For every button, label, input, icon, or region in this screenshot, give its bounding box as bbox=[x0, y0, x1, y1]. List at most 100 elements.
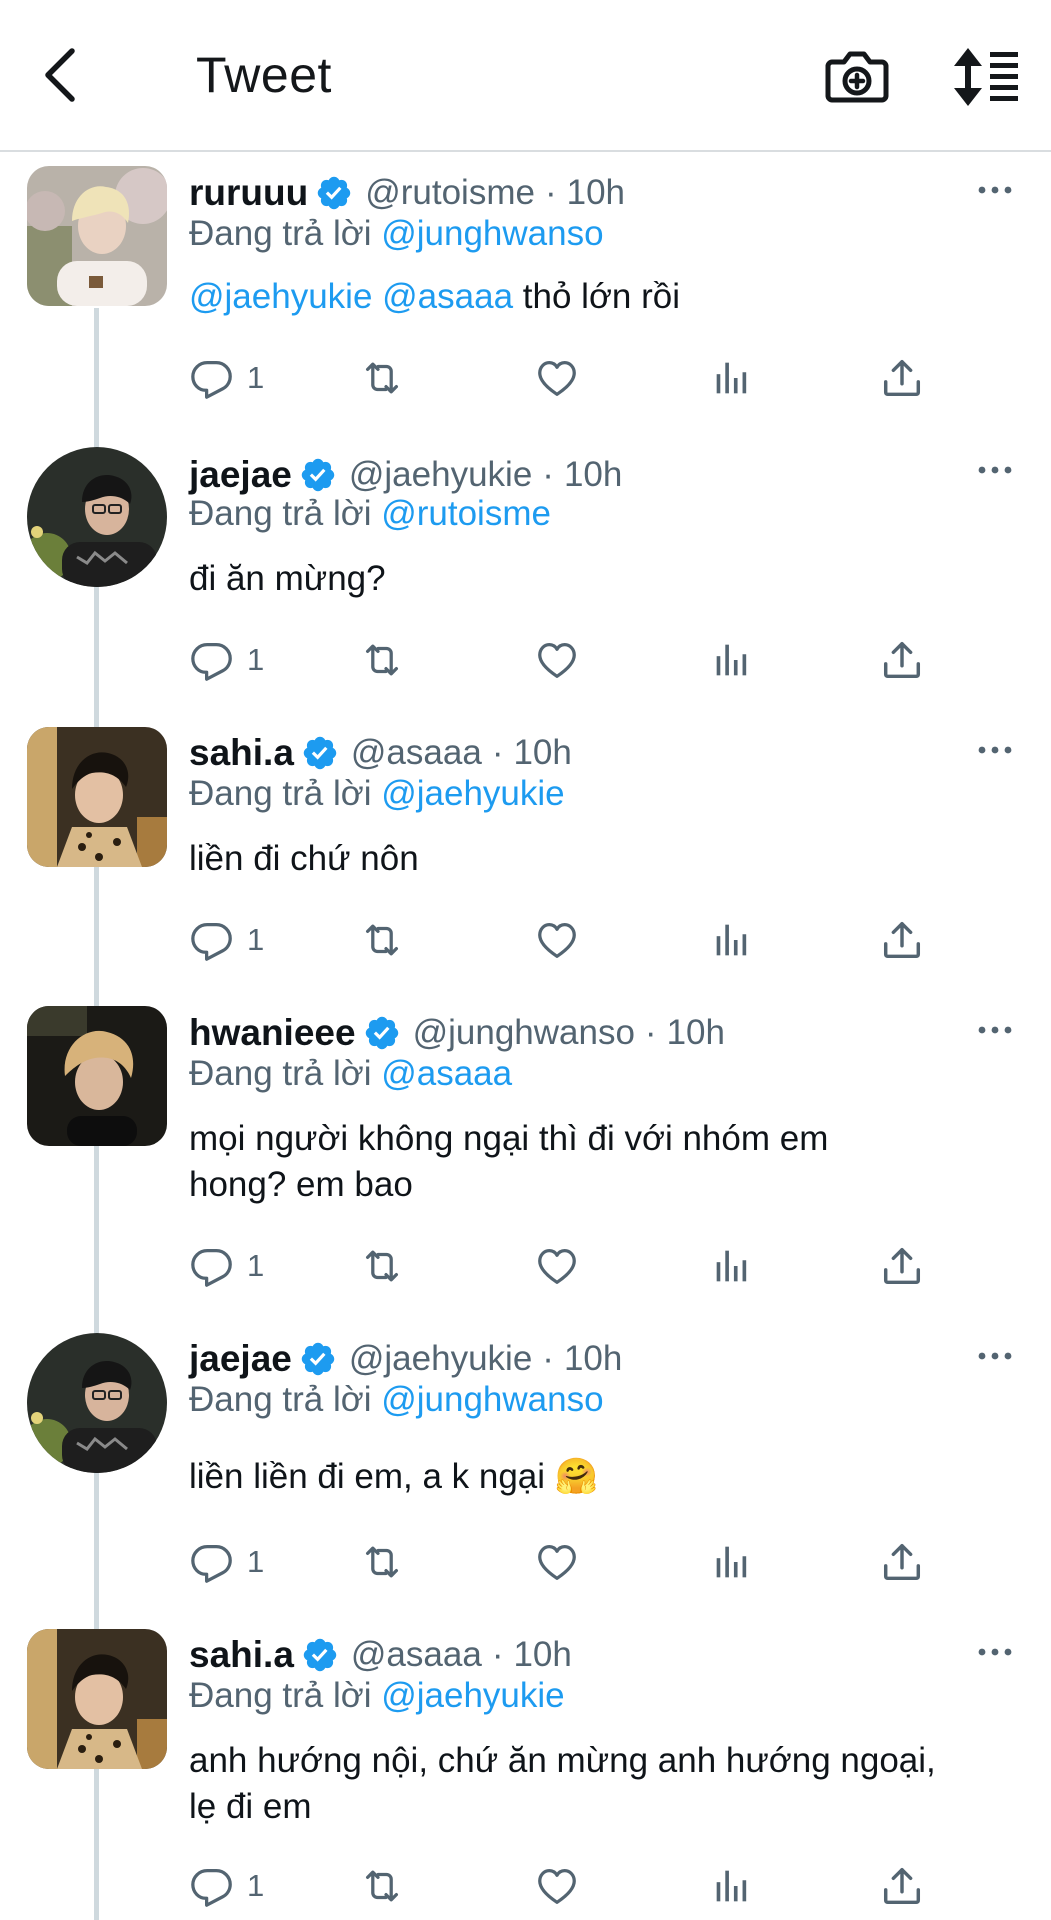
share-button[interactable] bbox=[879, 910, 925, 970]
like-button[interactable] bbox=[534, 910, 580, 970]
views-button[interactable] bbox=[709, 1532, 755, 1592]
user-handle[interactable]: @junghwanso bbox=[413, 1013, 635, 1053]
retweet-button[interactable] bbox=[359, 630, 405, 690]
user-handle[interactable]: @jaehyukie bbox=[349, 455, 532, 495]
timestamp[interactable]: 10h bbox=[667, 1013, 725, 1053]
avatar-light-hair-dark-icon bbox=[27, 1006, 167, 1146]
mention-link[interactable]: @asaaa bbox=[382, 277, 513, 316]
replying-to-mention[interactable]: @asaaa bbox=[381, 1054, 512, 1093]
retweet-button[interactable] bbox=[359, 1532, 405, 1592]
display-name[interactable]: sahi.a bbox=[189, 732, 294, 774]
display-name[interactable]: jaejae bbox=[189, 1338, 292, 1380]
share-button[interactable] bbox=[879, 348, 925, 408]
avatar[interactable] bbox=[27, 1629, 167, 1769]
hugging-face-emoji: 🤗 bbox=[554, 1457, 599, 1496]
tweet-text-line: mọi người không ngại thì đi với nhóm em bbox=[189, 1119, 829, 1158]
avatar[interactable] bbox=[27, 1333, 167, 1473]
verified-badge-icon bbox=[363, 1014, 401, 1052]
separator-dot: · bbox=[644, 1013, 657, 1052]
timestamp[interactable]: 10h bbox=[564, 455, 622, 495]
user-handle[interactable]: @asaaa bbox=[351, 1635, 482, 1675]
retweet-icon bbox=[359, 1243, 405, 1289]
like-button[interactable] bbox=[534, 1856, 580, 1916]
avatar[interactable] bbox=[27, 166, 167, 306]
retweet-icon bbox=[359, 1863, 405, 1909]
more-options-button[interactable] bbox=[970, 170, 1020, 210]
views-button[interactable] bbox=[709, 630, 755, 690]
display-name[interactable]: ruruuu bbox=[189, 172, 308, 214]
like-button[interactable] bbox=[534, 348, 580, 408]
replying-to-mention[interactable]: @rutoisme bbox=[381, 494, 551, 533]
heart-icon bbox=[534, 917, 580, 963]
replying-to-label: Đang trả lời bbox=[189, 774, 372, 813]
retweet-button[interactable] bbox=[359, 910, 405, 970]
views-button[interactable] bbox=[709, 1236, 755, 1296]
reply-button[interactable]: 1 bbox=[189, 1532, 264, 1592]
views-button[interactable] bbox=[709, 1856, 755, 1916]
more-horizontal-icon bbox=[977, 1646, 1013, 1658]
sort-icon bbox=[954, 48, 1018, 106]
display-name[interactable]: hwanieee bbox=[189, 1012, 356, 1054]
more-options-button[interactable] bbox=[970, 1632, 1020, 1672]
back-button[interactable] bbox=[30, 40, 90, 110]
reply-button[interactable]: 1 bbox=[189, 630, 264, 690]
user-handle[interactable]: @asaaa bbox=[351, 733, 482, 773]
share-button[interactable] bbox=[879, 1856, 925, 1916]
user-handle[interactable]: @jaehyukie bbox=[349, 1339, 532, 1379]
replying-to-mention[interactable]: @jaehyukie bbox=[381, 1676, 564, 1715]
more-options-button[interactable] bbox=[970, 730, 1020, 770]
like-button[interactable] bbox=[534, 1532, 580, 1592]
replying-to: Đang trả lời @jaehyukie bbox=[189, 774, 565, 820]
tweet-actions: 1 bbox=[189, 910, 949, 970]
reply-count: 1 bbox=[247, 1868, 265, 1903]
avatar[interactable] bbox=[27, 1006, 167, 1146]
user-handle[interactable]: @rutoisme bbox=[365, 173, 535, 213]
retweet-button[interactable] bbox=[359, 1236, 405, 1296]
camera-button[interactable] bbox=[822, 44, 892, 110]
replying-to: Đang trả lời @asaaa bbox=[189, 1054, 512, 1100]
more-options-button[interactable] bbox=[970, 1336, 1020, 1376]
retweet-icon bbox=[359, 355, 405, 401]
timestamp[interactable]: 10h bbox=[513, 733, 571, 773]
timestamp[interactable]: 10h bbox=[567, 173, 625, 213]
avatar[interactable] bbox=[27, 447, 167, 587]
reply-button[interactable]: 1 bbox=[189, 1236, 264, 1296]
more-options-button[interactable] bbox=[970, 1010, 1020, 1050]
replying-to-mention[interactable]: @junghwanso bbox=[381, 214, 603, 253]
reply-button[interactable]: 1 bbox=[189, 1856, 264, 1916]
views-button[interactable] bbox=[709, 348, 755, 408]
heart-icon bbox=[534, 1539, 580, 1585]
retweet-button[interactable] bbox=[359, 348, 405, 408]
like-button[interactable] bbox=[534, 1236, 580, 1296]
retweet-icon bbox=[359, 1539, 405, 1585]
share-icon bbox=[879, 1539, 925, 1585]
timestamp[interactable]: 10h bbox=[513, 1635, 571, 1675]
avatar[interactable] bbox=[27, 727, 167, 867]
share-button[interactable] bbox=[879, 1236, 925, 1296]
share-button[interactable] bbox=[879, 630, 925, 690]
like-button[interactable] bbox=[534, 630, 580, 690]
display-name[interactable]: jaejae bbox=[189, 454, 292, 496]
timestamp[interactable]: 10h bbox=[564, 1339, 622, 1379]
display-name[interactable]: sahi.a bbox=[189, 1634, 294, 1676]
reply-button[interactable]: 1 bbox=[189, 910, 264, 970]
share-button[interactable] bbox=[879, 1532, 925, 1592]
separator-dot: · bbox=[542, 455, 554, 494]
more-options-button[interactable] bbox=[970, 450, 1020, 490]
chevron-left-icon bbox=[45, 48, 75, 102]
separator-dot: · bbox=[544, 173, 557, 212]
views-button[interactable] bbox=[709, 910, 755, 970]
sort-replies-button[interactable] bbox=[950, 44, 1022, 110]
more-horizontal-icon bbox=[977, 464, 1013, 476]
tweet-header: hwanieee @junghwanso · 10h bbox=[189, 1008, 725, 1058]
tweet-text-content: liền liền đi em, a k ngại bbox=[189, 1457, 546, 1496]
retweet-button[interactable] bbox=[359, 1856, 405, 1916]
tweet-header: ruruuu @rutoisme · 10h bbox=[189, 168, 625, 218]
mention-link[interactable]: @jaehyukie bbox=[189, 277, 372, 316]
replying-to-mention[interactable]: @junghwanso bbox=[381, 1380, 603, 1419]
replying-to-mention[interactable]: @jaehyukie bbox=[381, 774, 564, 813]
replying-to-label: Đang trả lời bbox=[189, 494, 372, 533]
heart-icon bbox=[534, 1863, 580, 1909]
more-horizontal-icon bbox=[977, 744, 1013, 756]
reply-button[interactable]: 1 bbox=[189, 348, 264, 408]
